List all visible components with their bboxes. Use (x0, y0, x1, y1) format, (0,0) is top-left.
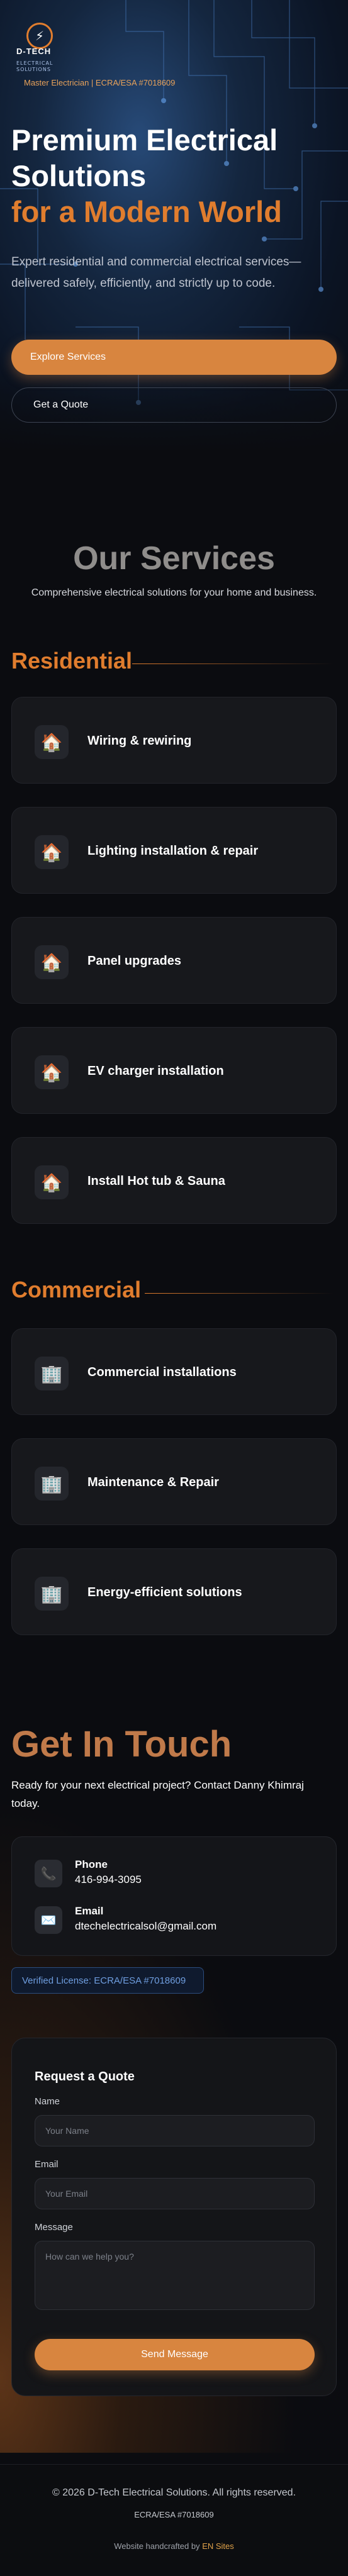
hero-title: Premium Electrical Solutions for a Moder… (11, 122, 339, 230)
contact-info-card: 📞 Phone 416-994-3095 ✉️ Email dtechelect… (11, 1836, 337, 1956)
building-icon: 🏢 (35, 1357, 69, 1391)
contact-title: Get In Touch (11, 1724, 232, 1765)
contact-subtitle: Ready for your next electrical project? … (11, 1779, 304, 1809)
service-label: Wiring & rewiring (87, 733, 192, 748)
services-title: Our Services (73, 540, 275, 577)
phone-icon: 📞 (35, 1860, 62, 1887)
logo-name: D-TECH (16, 47, 52, 56)
hero-title-line: Premium Electrical (11, 123, 278, 157)
footer-license: ECRA/ESA #7018609 (134, 2510, 214, 2519)
service-label: Install Hot tub & Sauna (87, 1174, 225, 1188)
service-card[interactable]: 🏢 Maintenance & Repair (11, 1438, 337, 1525)
service-label: Lighting installation & repair (87, 843, 259, 858)
credit-brand-link[interactable]: EN Sites (202, 2541, 234, 2551)
explore-services-button[interactable]: Explore Services (11, 340, 337, 375)
logo-subtitle: SOLUTIONS (16, 67, 51, 72)
footer: © 2026 D-Tech Electrical Solutions. All … (0, 2464, 348, 2576)
service-card[interactable]: 🏢 Energy-efficient solutions (11, 1548, 337, 1635)
email-label: Email (35, 2159, 59, 2170)
email-input[interactable] (35, 2178, 315, 2209)
hero-title-accent: for a Modern World (11, 195, 282, 228)
email-value[interactable]: dtechelectricalsol@gmail.com (75, 1920, 216, 1933)
house-icon: 🏠 (35, 835, 69, 869)
divider (145, 1293, 334, 1294)
service-card[interactable]: 🏠 EV charger installation (11, 1027, 337, 1114)
service-label: Panel upgrades (87, 953, 181, 968)
credit: Website handcrafted by EN Sites (0, 2541, 348, 2551)
house-icon: 🏠 (35, 1055, 69, 1089)
verified-license-badge: Verified License: ECRA/ESA #7018609 (11, 1967, 204, 1994)
send-message-button[interactable]: Send Message (35, 2339, 315, 2370)
house-icon: 🏠 (35, 1165, 69, 1199)
copyright: © 2026 D-Tech Electrical Solutions. All … (52, 2487, 296, 2498)
phone-label: Phone (75, 1858, 108, 1870)
service-label: Maintenance & Repair (87, 1475, 219, 1489)
service-card[interactable]: 🏢 Commercial installations (11, 1328, 337, 1415)
service-card[interactable]: 🏠 Wiring & rewiring (11, 697, 337, 784)
building-icon: 🏢 (35, 1577, 69, 1611)
hero-subtitle: Expert residential and commercial electr… (11, 255, 301, 290)
service-card[interactable]: 🏠 Lighting installation & repair (11, 807, 337, 894)
quote-form: Request a Quote Name Email Message Send … (11, 2038, 337, 2396)
message-textarea[interactable] (35, 2241, 315, 2310)
credit-prefix: Website handcrafted by (114, 2541, 200, 2551)
bolt-icon: ⚡ (26, 23, 53, 49)
hero-section: ⚡ D-TECH ELECTRICAL SOLUTIONS Master Ele… (0, 0, 348, 453)
name-input[interactable] (35, 2115, 315, 2146)
service-label: Energy-efficient solutions (87, 1585, 242, 1599)
commercial-heading: Commercial (11, 1277, 142, 1302)
service-label: Commercial installations (87, 1365, 237, 1379)
service-label: EV charger installation (87, 1063, 224, 1078)
message-label: Message (35, 2222, 73, 2233)
email-label: Email (75, 1905, 104, 1917)
name-label: Name (35, 2096, 60, 2107)
house-icon: 🏠 (35, 725, 69, 759)
get-quote-button[interactable]: Get a Quote (11, 387, 337, 423)
phone-value[interactable]: 416-994-3095 (75, 1874, 142, 1886)
service-card[interactable]: 🏠 Install Hot tub & Sauna (11, 1137, 337, 1224)
license-tag: Master Electrician | ECRA/ESA #7018609 (24, 78, 176, 87)
form-title: Request a Quote (35, 2070, 135, 2084)
residential-heading: Residential (11, 648, 133, 674)
building-icon: 🏢 (35, 1467, 69, 1501)
house-icon: 🏠 (35, 945, 69, 979)
hero-title-line: Solutions (11, 159, 147, 192)
divider (132, 663, 334, 664)
email-icon: ✉️ (35, 1906, 62, 1934)
logo-subtitle: ELECTRICAL (16, 60, 53, 66)
services-subtitle: Comprehensive electrical solutions for y… (31, 587, 317, 598)
service-card[interactable]: 🏠 Panel upgrades (11, 917, 337, 1004)
